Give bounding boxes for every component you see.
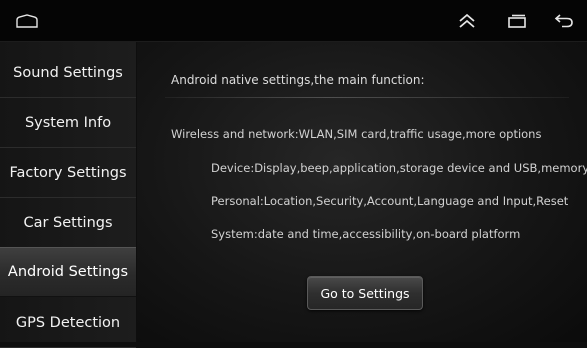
device-text: Device:Display,beep,application,storage … [211, 161, 587, 175]
sidebar-item-android-settings[interactable]: Android Settings [0, 247, 136, 297]
recent-apps-icon[interactable] [502, 0, 532, 41]
divider [165, 97, 569, 98]
go-to-settings-button[interactable]: Go to Settings [307, 276, 423, 310]
sidebar-item-sound-settings[interactable]: Sound Settings [0, 48, 136, 98]
sidebar-item-system-info[interactable]: System Info [0, 98, 136, 148]
wireless-network-text: Wireless and network:WLAN,SIM card,traff… [171, 127, 542, 141]
sidebar-item-gps-detection[interactable]: GPS Detection [0, 298, 136, 348]
navigation-bar [0, 0, 587, 42]
android-settings-panel: Android native settings,the main functio… [137, 42, 587, 342]
sidebar-item-car-settings[interactable]: Car Settings [0, 198, 136, 248]
chevron-up-double-icon[interactable] [449, 0, 485, 41]
home-icon[interactable] [12, 0, 42, 41]
system-text: System:date and time,accessibility,on-bo… [211, 227, 521, 241]
personal-text: Personal:Location,Security,Account,Langu… [211, 194, 569, 208]
settings-sidebar: Sound Settings System Info Factory Setti… [0, 42, 136, 348]
back-icon[interactable] [548, 0, 580, 41]
sidebar-item-factory-settings[interactable]: Factory Settings [0, 148, 136, 198]
intro-text: Android native settings,the main functio… [171, 73, 425, 87]
